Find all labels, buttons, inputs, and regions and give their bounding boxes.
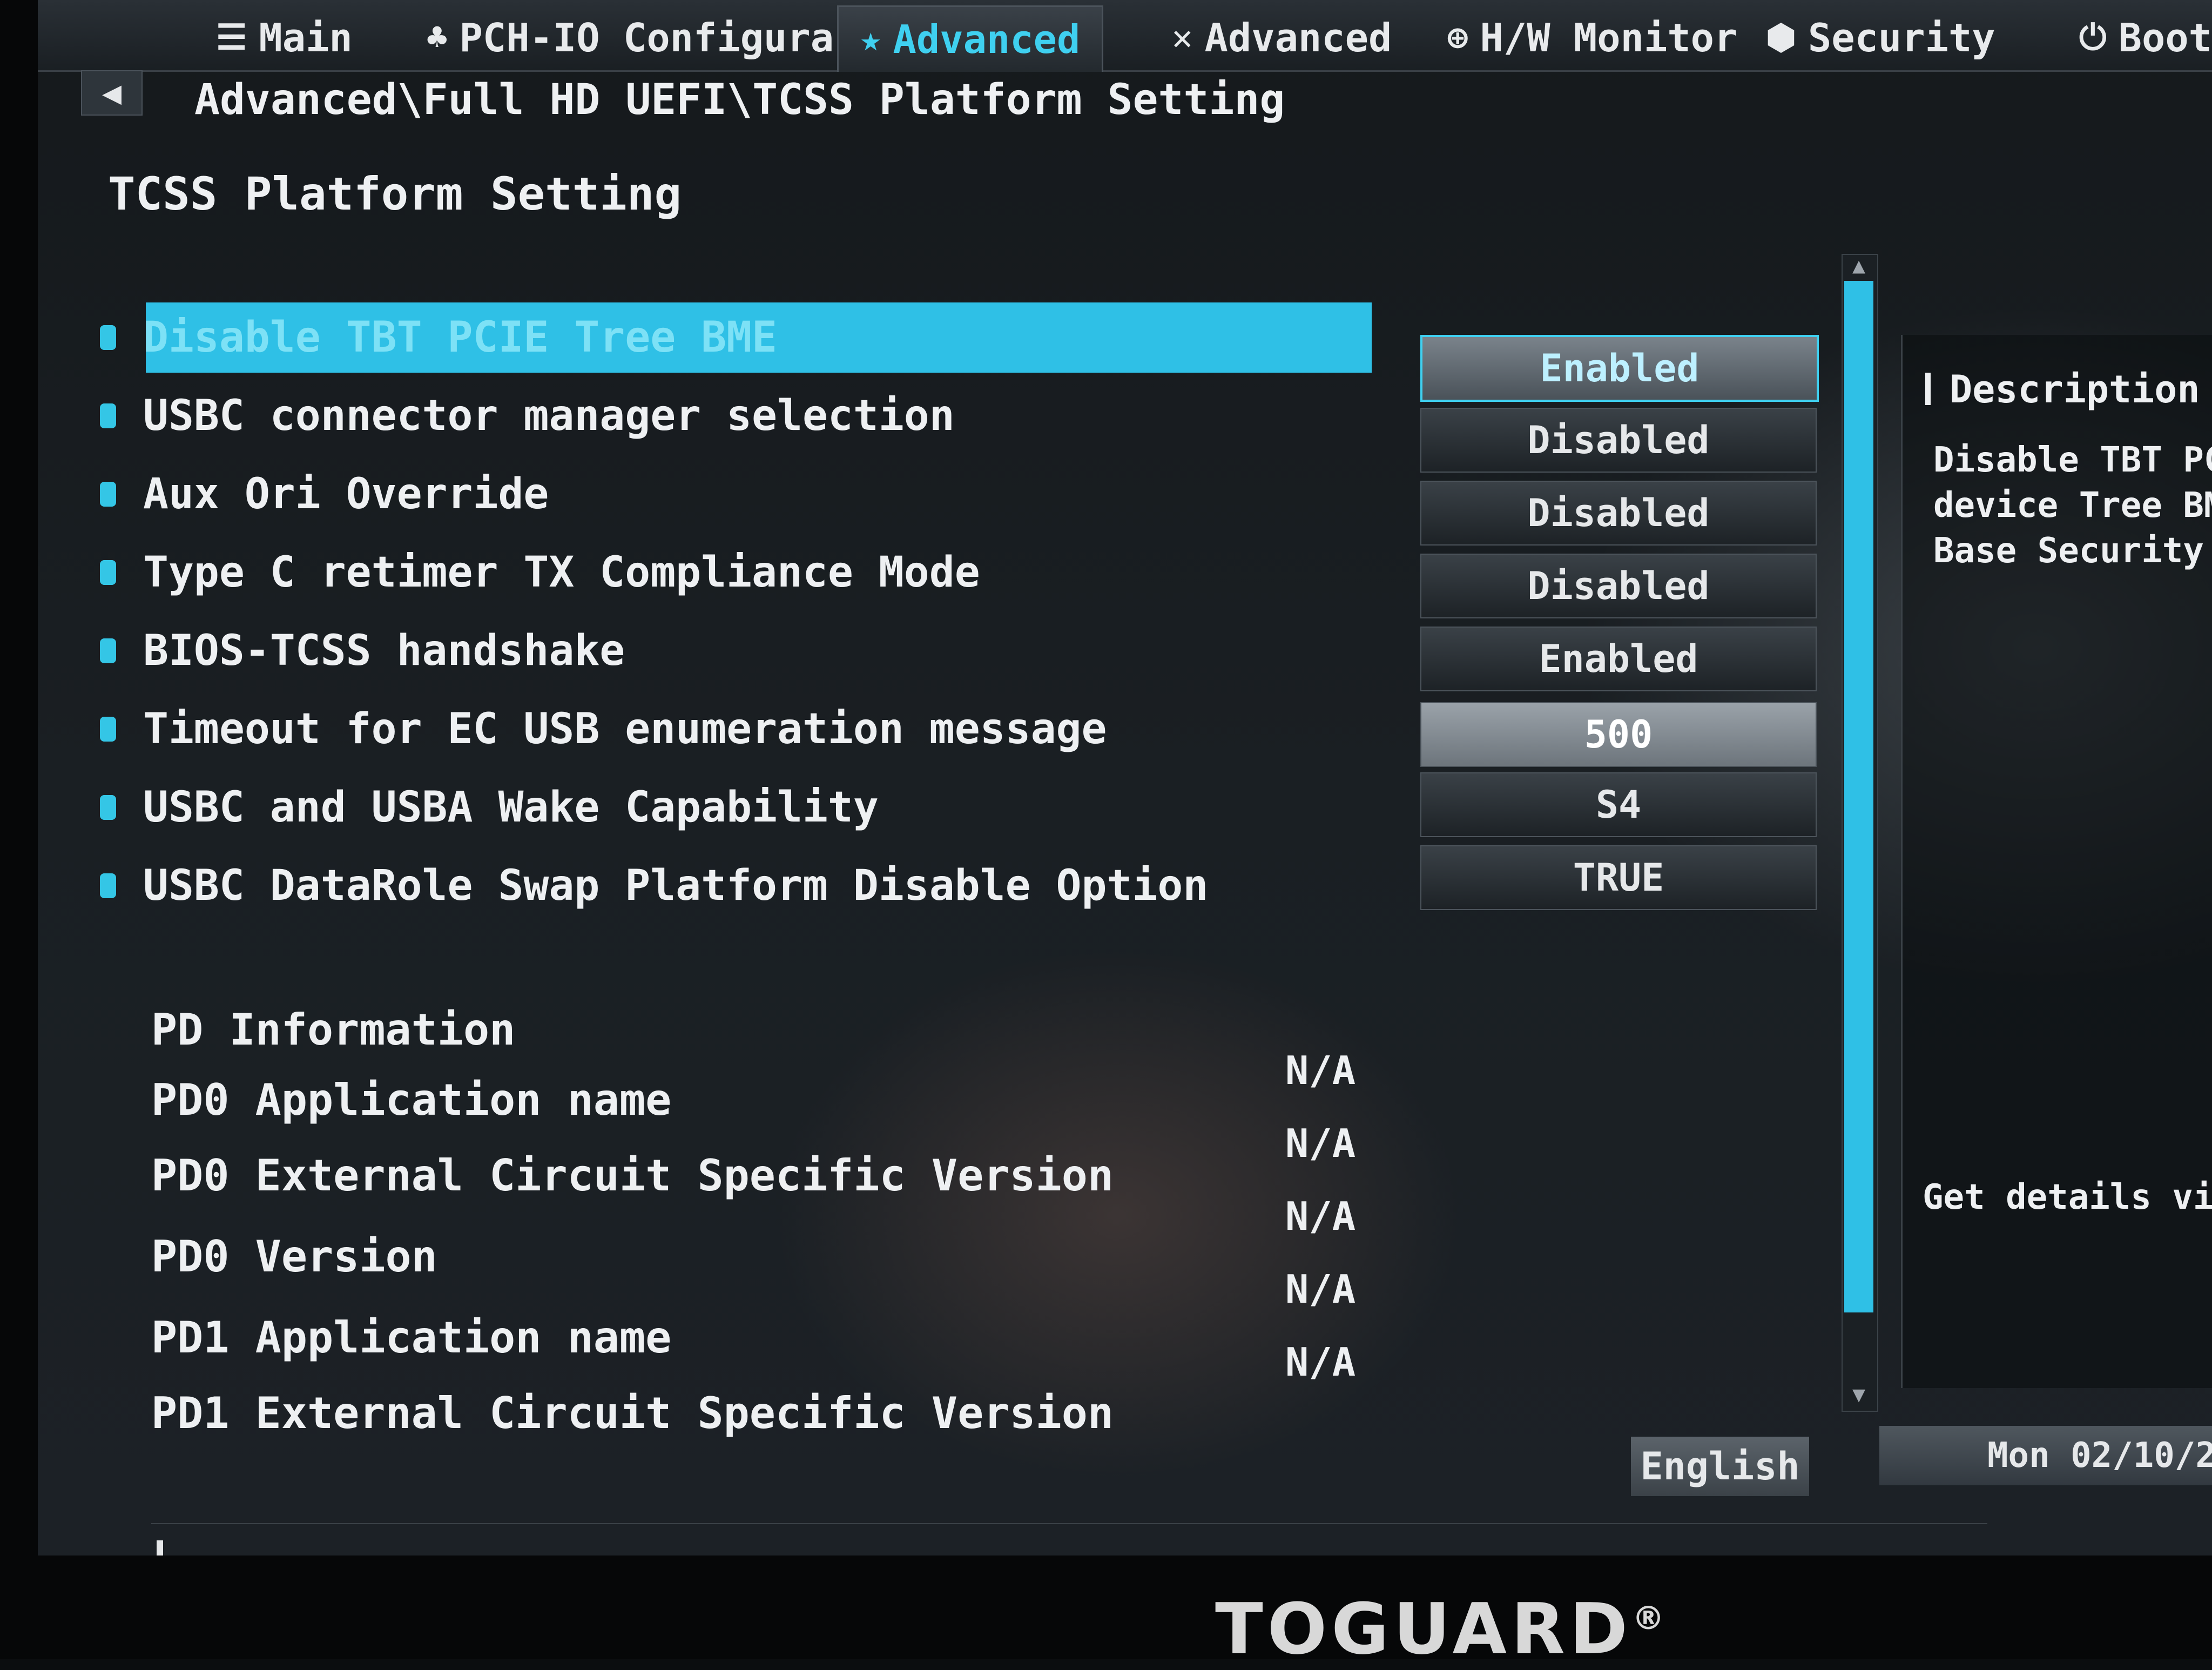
tab-advanced-active[interactable]: ★ Advanced: [837, 5, 1104, 72]
registered-mark: ®: [1632, 1599, 1669, 1638]
arrow-left-icon: ◀: [102, 74, 122, 112]
value-wake-capability[interactable]: S4: [1420, 772, 1817, 837]
setting-row-datarole-swap[interactable]: USBC DataRole Swap Platform Disable Opti…: [100, 851, 1208, 921]
value-datarole-swap[interactable]: TRUE: [1420, 845, 1817, 910]
tab-pch-io[interactable]: ♣ PCH-IO Configura: [427, 11, 834, 65]
monitor-brand-logo: TOGUARD®: [1215, 1588, 1669, 1670]
setting-row-usbc-connector-manager[interactable]: USBC connector manager selection: [100, 381, 955, 451]
back-button[interactable]: ◀: [81, 70, 143, 116]
tools-icon: ✕: [1172, 18, 1193, 58]
description-marker: [1925, 373, 1931, 405]
setting-row-aux-ori-override[interactable]: Aux Ori Override: [100, 459, 549, 529]
power-icon: ⏻: [2079, 18, 2107, 58]
scroll-down-arrow-icon[interactable]: ▼: [1847, 1382, 1871, 1407]
tab-security[interactable]: ⬢ Security: [1766, 11, 1995, 65]
pd1-external-circuit-version-value: N/A: [1285, 1339, 1356, 1385]
description-line: device Tree BME to: [1933, 486, 2212, 526]
scroll-up-arrow-icon[interactable]: ▲: [1847, 253, 1871, 278]
setting-row-disable-tbt-pcie-tree-bme[interactable]: Disable TBT PCIE Tree BME: [100, 302, 1372, 373]
list-icon: ☰: [216, 18, 247, 58]
status-marker: [157, 1540, 163, 1555]
pd0-application-name-label: PD0 Application name: [151, 1075, 672, 1125]
pd1-application-name-value: N/A: [1285, 1267, 1356, 1312]
value-ec-usb-timeout[interactable]: 500: [1420, 702, 1817, 767]
setting-row-wake-capability[interactable]: USBC and USBA Wake Capability: [100, 772, 879, 843]
item-bullet-icon: [100, 325, 116, 350]
item-bullet-icon: [100, 795, 116, 820]
value-aux-ori-override[interactable]: Disabled: [1420, 481, 1817, 546]
description-title: Description: [1950, 367, 2200, 412]
value-usbc-connector-manager[interactable]: Disabled: [1420, 408, 1817, 473]
qr-details-text: Get details via QR: [1923, 1177, 2212, 1217]
pd-section-title: PD Information: [151, 1005, 516, 1055]
setting-row-bios-tcss-handshake[interactable]: BIOS-TCSS handshake: [100, 616, 625, 686]
tab-hw-monitor[interactable]: ⊕ H/W Monitor: [1447, 11, 1737, 65]
description-line: Base Security: [1933, 531, 2204, 571]
tree-icon: ♣: [427, 18, 448, 58]
pd0-application-name-value: N/A: [1285, 1048, 1356, 1093]
breadcrumb: Advanced\Full HD UEFI\TCSS Platform Sett…: [194, 76, 1285, 124]
monitor-icon: ⊕: [1447, 18, 1468, 58]
status-bar: [151, 1523, 1987, 1555]
setting-row-type-c-retimer[interactable]: Type C retimer TX Compliance Mode: [100, 537, 980, 608]
shield-icon: ⬢: [1766, 18, 1796, 58]
pd1-external-circuit-version-label: PD1 External Circuit Specific Version: [151, 1388, 1114, 1438]
value-type-c-retimer[interactable]: Disabled: [1420, 554, 1817, 618]
datetime-display: Mon 02/10/2025: [1879, 1426, 2212, 1485]
top-menu-bar: ☰ Main ♣ PCH-IO Configura ★ Advanced ✕ A…: [38, 0, 2212, 72]
tab-advanced[interactable]: ✕ Advanced: [1172, 11, 1392, 65]
description-line: Disable TBT PCIE R: [1933, 440, 2212, 480]
item-bullet-icon: [100, 482, 116, 507]
setting-row-ec-usb-timeout[interactable]: Timeout for EC USB enumeration message: [100, 694, 1107, 764]
pd0-external-circuit-version-label: PD0 External Circuit Specific Version: [151, 1150, 1114, 1201]
bios-screen: ☰ Main ♣ PCH-IO Configura ★ Advanced ✕ A…: [38, 0, 2212, 1555]
item-bullet-icon: [100, 560, 116, 585]
page-title: TCSS Platform Setting: [108, 167, 682, 220]
item-bullet-icon: [100, 717, 116, 742]
description-text: Disable TBT PCIE R device Tree BME to Ba…: [1933, 437, 2212, 574]
pd0-version-label: PD0 Version: [151, 1231, 437, 1282]
item-bullet-icon: [100, 638, 116, 663]
pd0-external-circuit-version-value: N/A: [1285, 1121, 1356, 1166]
item-bullet-icon: [100, 873, 116, 898]
language-button[interactable]: English: [1631, 1437, 1809, 1496]
scrollbar-thumb[interactable]: [1844, 281, 1873, 1312]
item-bullet-icon: [100, 403, 116, 428]
value-disable-tbt-pcie-tree-bme[interactable]: Enabled: [1420, 335, 1819, 402]
pd1-application-name-label: PD1 Application name: [151, 1312, 672, 1363]
value-bios-tcss-handshake[interactable]: Enabled: [1420, 627, 1817, 691]
pd0-version-value: N/A: [1285, 1194, 1356, 1239]
tab-boot[interactable]: ⏻ Boot: [2079, 11, 2212, 65]
tab-main[interactable]: ☰ Main: [216, 11, 353, 65]
star-icon: ★: [860, 19, 881, 59]
